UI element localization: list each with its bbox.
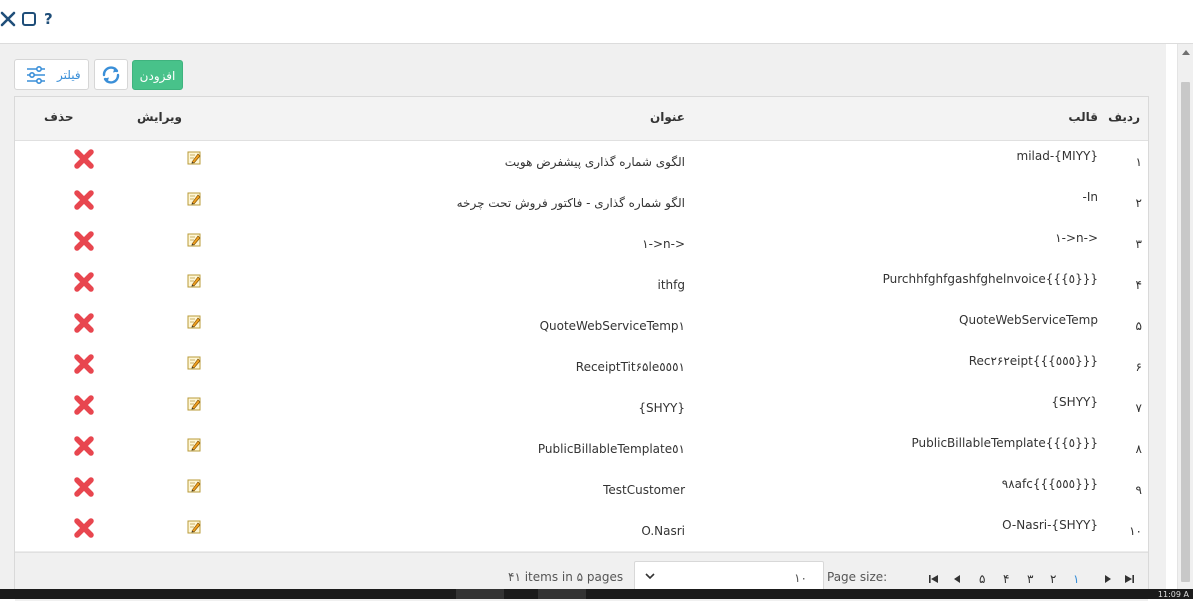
chevron-down-icon (645, 573, 655, 580)
delete-icon[interactable] (73, 189, 95, 211)
next-page-icon[interactable] (1103, 574, 1113, 584)
header-delete: حذف (44, 110, 74, 124)
edit-icon[interactable] (187, 397, 201, 411)
table-row[interactable]: ٩ ٩٨afc{{{٥٥٥}}} TestCustomer (15, 469, 1148, 511)
delete-icon[interactable] (73, 148, 95, 170)
data-grid: ردیف قالب عنوان ویرایش حذف ١ milad-{MIYY}… (14, 96, 1149, 601)
table-row[interactable]: ٧ {SHYY} {SHYY} (15, 387, 1148, 429)
row-title: QuoteWebServiceTemp١ (539, 319, 685, 333)
header-edit: ویرایش (137, 110, 183, 124)
row-template: O-Nasri-{SHYY} (1002, 518, 1098, 532)
edit-icon[interactable] (187, 479, 201, 493)
row-number: ۶ (1135, 360, 1142, 374)
table-row[interactable]: ۴ Purchhfghfgashfghelnvoice{{{٥}}} ithfg (15, 264, 1148, 306)
edit-icon[interactable] (187, 315, 201, 329)
delete-icon[interactable] (73, 353, 95, 375)
row-title: O.Nasri (641, 524, 685, 538)
row-number: ٧ (1135, 401, 1142, 415)
row-template: -In (1082, 190, 1098, 204)
row-number: ٢ (1135, 196, 1142, 210)
row-number: ۵ (1135, 319, 1142, 333)
row-template: milad-{MIYY} (1016, 149, 1098, 163)
row-number: ٩ (1135, 483, 1142, 497)
grid-header: ردیف قالب عنوان ویرایش حذف (15, 97, 1148, 141)
row-template: QuoteWebServiceTemp (959, 313, 1098, 327)
table-row[interactable]: ٢ -In الگو شماره گذاری - فاکتور فروش تحت چ… (15, 182, 1148, 224)
taskbar-clock: 11:09 A (1157, 590, 1189, 599)
row-template: {SHYY} (1051, 395, 1098, 409)
row-title: الگوی شماره گذاری پیشفرض هویت (504, 155, 685, 169)
taskbar: 11:09 A (0, 589, 1193, 599)
edit-icon[interactable] (187, 274, 201, 288)
row-number: ۴ (1135, 278, 1142, 292)
delete-icon[interactable] (73, 517, 95, 539)
page-4[interactable]: ۴ (1003, 572, 1009, 586)
delete-icon[interactable] (73, 435, 95, 457)
add-label: افزودن (139, 69, 176, 83)
edit-icon[interactable] (187, 356, 201, 370)
row-template: Purchhfghfgashfghelnvoice{{{٥}}} (882, 272, 1098, 286)
row-template: ٩٨afc{{{٥٥٥}}} (1001, 477, 1098, 491)
header-template[interactable]: قالب (1068, 110, 1098, 124)
edit-icon[interactable] (187, 438, 201, 452)
delete-icon[interactable] (73, 394, 95, 416)
row-number: ٨ (1135, 442, 1142, 456)
taskbar-item[interactable] (456, 589, 504, 599)
page-size-value: ١٠ (794, 571, 807, 585)
row-title: ReceiptTit۶۵le٥٥٥١ (575, 360, 685, 374)
title-bar: ? (0, 0, 1193, 44)
delete-icon[interactable] (73, 230, 95, 252)
row-title: PublicBillableTemplate٥١ (537, 442, 685, 456)
add-button[interactable]: افزودن (132, 60, 183, 90)
table-row[interactable]: ۵ QuoteWebServiceTemp QuoteWebServiceTemp١ (15, 305, 1148, 347)
maximize-icon[interactable] (20, 10, 38, 28)
page-2[interactable]: ٢ (1050, 572, 1056, 586)
edit-icon[interactable] (187, 192, 201, 206)
table-row[interactable]: ١ milad-{MIYY} الگوی شماره گذاری پیشفرض هو… (15, 141, 1148, 183)
taskbar-item[interactable] (538, 589, 586, 599)
row-number: ٣ (1135, 237, 1142, 251)
sliders-icon (27, 66, 45, 84)
table-row[interactable]: ١٠ O-Nasri-{SHYY} O.Nasri (15, 510, 1148, 552)
delete-icon[interactable] (73, 271, 95, 293)
header-title[interactable]: عنوان (650, 110, 685, 124)
page-3[interactable]: ٣ (1027, 572, 1033, 586)
scroll-thumb[interactable] (1181, 82, 1190, 582)
refresh-button[interactable] (94, 59, 128, 90)
row-number: ١ (1135, 155, 1142, 169)
row-title: {SHYY} (638, 401, 685, 415)
last-page-icon[interactable] (1124, 574, 1134, 584)
row-template: PublicBillableTemplate{{{٥}}} (911, 436, 1098, 450)
row-title: الگو شماره گذاری - فاکتور فروش تحت چرخه (456, 196, 685, 210)
delete-icon[interactable] (73, 312, 95, 334)
delete-icon[interactable] (73, 476, 95, 498)
page-5[interactable]: ۵ (979, 572, 985, 586)
help-icon[interactable]: ? (44, 10, 56, 28)
table-row[interactable]: ۶ Rec۲۶۲eipt{{{٥٥٥}}} ReceiptTit۶۵le٥٥٥١ (15, 346, 1148, 388)
row-title: ithfg (657, 278, 686, 292)
first-page-icon[interactable] (929, 574, 939, 584)
filter-button[interactable]: فیلتر (14, 59, 89, 90)
pagination-info: ۴١ items in ۵ pages (508, 570, 624, 584)
header-row-number[interactable]: ردیف (1108, 110, 1140, 124)
refresh-icon (102, 66, 120, 84)
close-icon[interactable] (0, 10, 16, 28)
edit-icon[interactable] (187, 233, 201, 247)
scroll-up-arrow-icon[interactable] (1182, 50, 1190, 55)
previous-page-icon[interactable] (952, 574, 962, 584)
row-number: ١٠ (1129, 524, 1142, 538)
table-row[interactable]: ٨ PublicBillableTemplate{{{٥}}} PublicBill… (15, 428, 1148, 470)
row-template: Rec۲۶۲eipt{{{٥٥٥}}} (968, 354, 1098, 368)
row-template: ١->n-> (1055, 231, 1098, 245)
table-row[interactable]: ٣ ١->n-> ١->n-> (15, 223, 1148, 265)
page-size-label: Page size: (827, 570, 888, 584)
page-1[interactable]: ١ (1073, 572, 1079, 586)
edit-icon[interactable] (187, 520, 201, 534)
row-title: TestCustomer (603, 483, 685, 497)
scrollbar[interactable] (1177, 44, 1193, 590)
row-title: ١->n-> (642, 237, 685, 251)
filter-label: فیلتر (57, 68, 81, 82)
edit-icon[interactable] (187, 151, 201, 165)
